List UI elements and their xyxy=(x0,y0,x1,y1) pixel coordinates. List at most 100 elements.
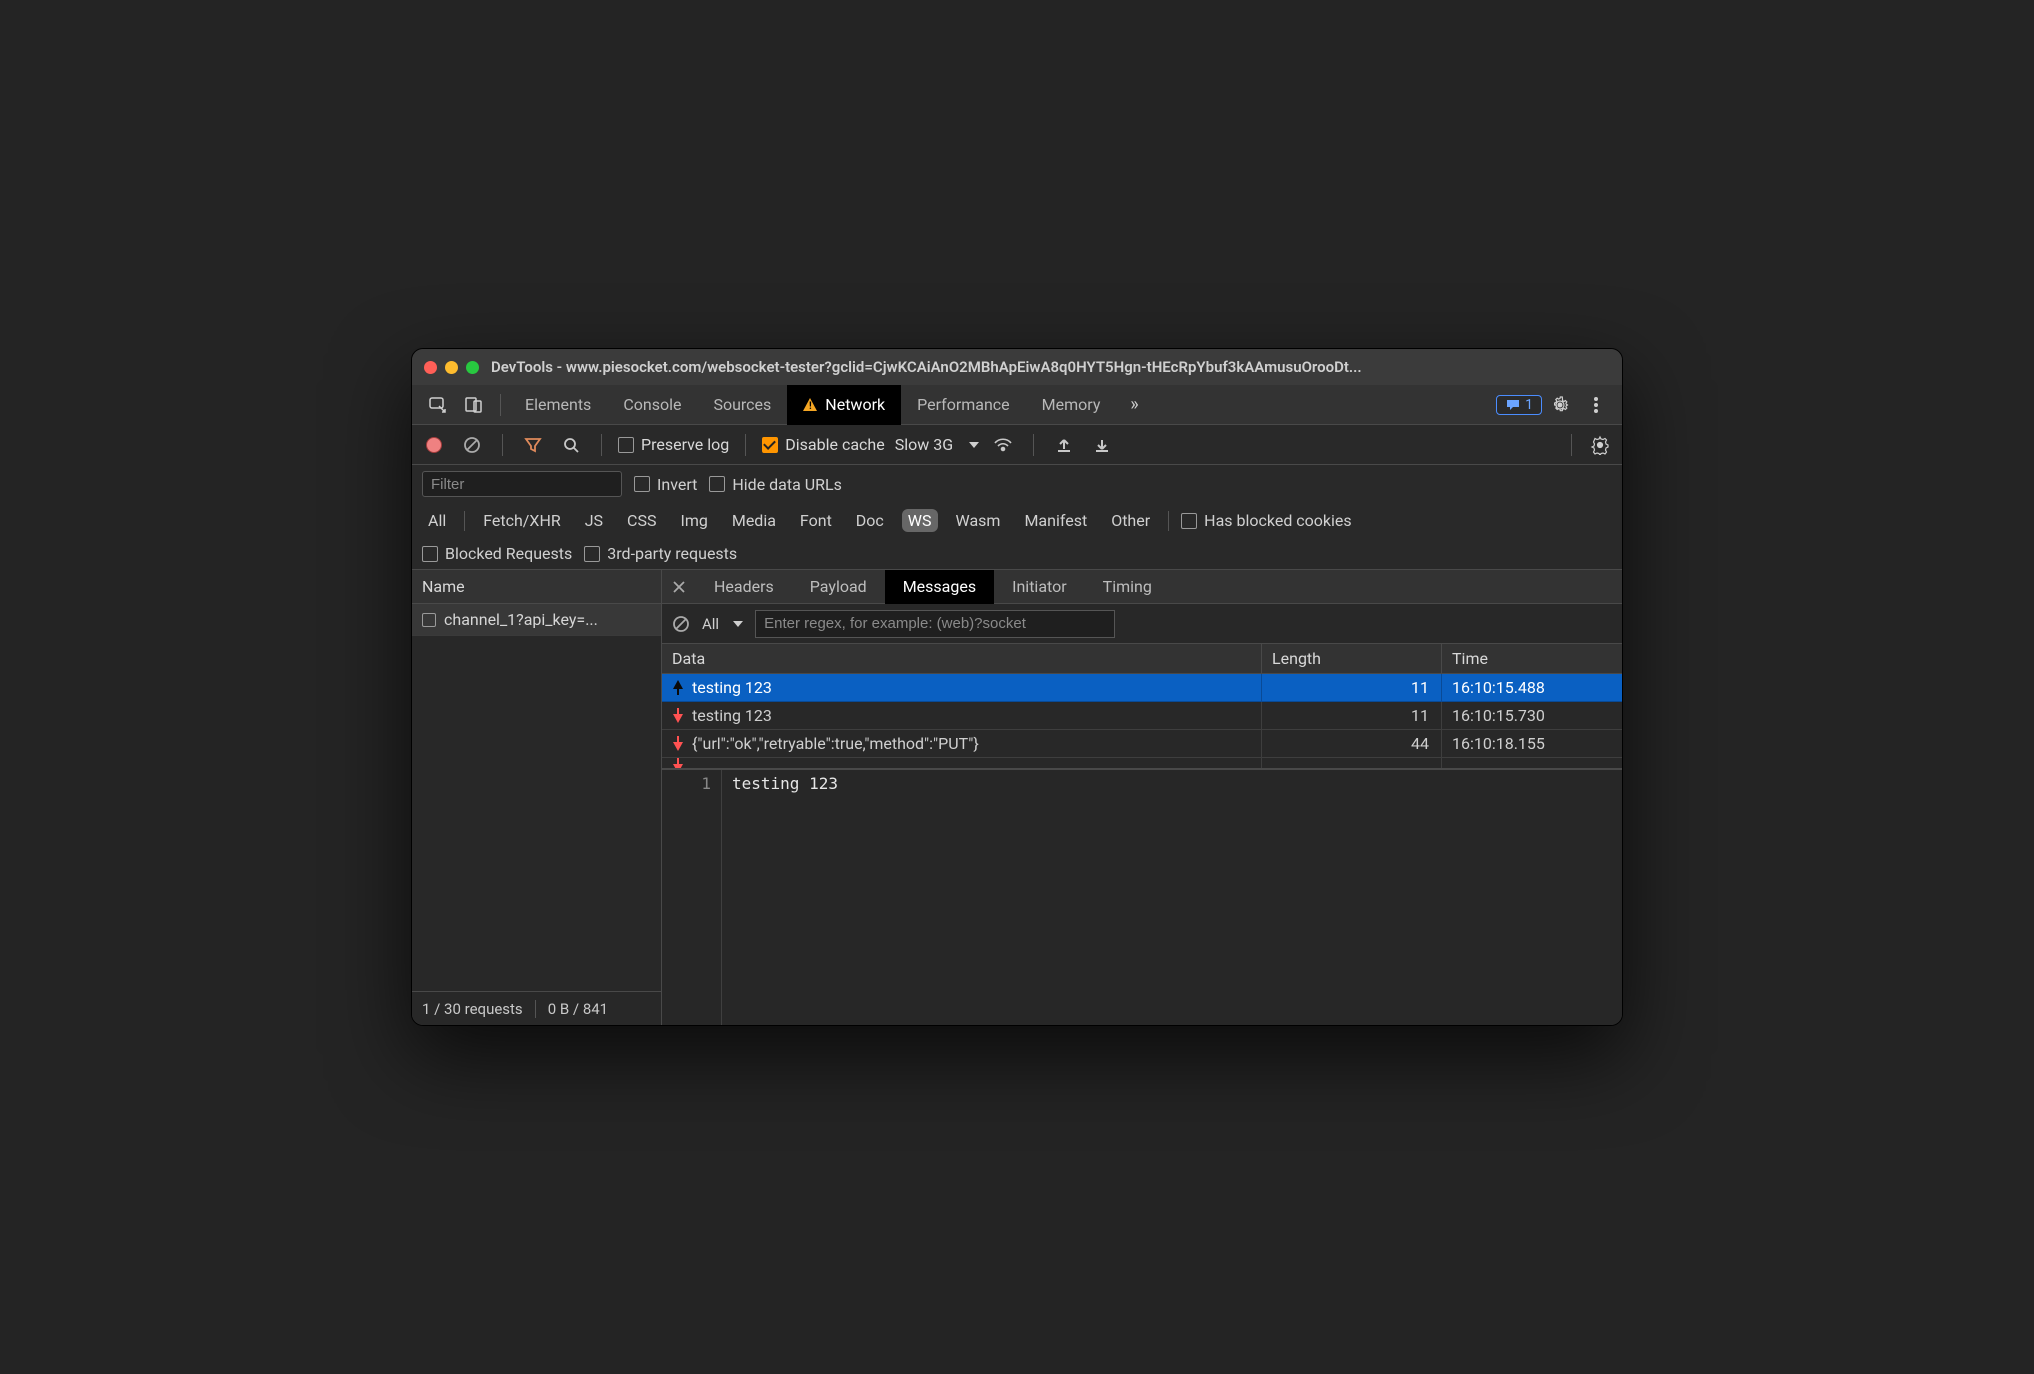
column-header-name[interactable]: Name xyxy=(412,570,661,604)
settings-gear-icon[interactable] xyxy=(1542,385,1578,425)
filter-input[interactable] xyxy=(422,471,622,497)
blocked-requests-label: Blocked Requests xyxy=(445,544,572,563)
issues-badge[interactable]: 1 xyxy=(1496,395,1542,415)
tab-label: Elements xyxy=(525,395,591,414)
type-media[interactable]: Media xyxy=(726,509,782,532)
arrow-down-icon xyxy=(672,708,684,723)
message-data: {"url":"ok","retryable":true,"method":"P… xyxy=(662,730,1262,758)
messages-filter-select[interactable]: All xyxy=(702,615,743,633)
minimize-window-button[interactable] xyxy=(445,361,458,374)
upload-har-icon[interactable] xyxy=(1050,431,1078,459)
message-body[interactable]: testing 123 xyxy=(722,770,1622,1025)
message-length: 11 xyxy=(1262,674,1442,702)
preserve-log-checkbox[interactable]: Preserve log xyxy=(618,435,729,454)
type-ws[interactable]: WS xyxy=(902,509,938,532)
type-fetchxhr[interactable]: Fetch/XHR xyxy=(477,509,567,532)
arrow-down-icon xyxy=(672,758,684,768)
inspect-element-icon[interactable] xyxy=(420,385,456,425)
chevron-down-icon xyxy=(969,442,979,448)
issues-count: 1 xyxy=(1525,397,1533,413)
tab-sources[interactable]: Sources xyxy=(697,385,787,425)
message-text: {"url":"ok","retryable":true,"method":"P… xyxy=(692,734,979,753)
filter-funnel-icon[interactable] xyxy=(519,431,547,459)
blocked-requests-checkbox[interactable]: Blocked Requests xyxy=(422,544,572,563)
tab-console[interactable]: Console xyxy=(607,385,697,425)
disable-cache-checkbox[interactable]: Disable cache xyxy=(762,435,884,454)
messages-toolbar: All xyxy=(662,604,1622,644)
disable-cache-label: Disable cache xyxy=(785,435,884,454)
type-font[interactable]: Font xyxy=(794,509,838,532)
detail-tab-payload[interactable]: Payload xyxy=(792,570,885,604)
devtools-window: DevTools - www.piesocket.com/websocket-t… xyxy=(411,348,1623,1026)
message-time: 16:10:18.155 xyxy=(1442,730,1622,758)
filter-row-3: Blocked Requests 3rd-party requests xyxy=(412,538,1622,570)
col-length[interactable]: Length xyxy=(1262,644,1442,674)
network-conditions-icon[interactable] xyxy=(989,431,1017,459)
close-window-button[interactable] xyxy=(424,361,437,374)
type-img[interactable]: Img xyxy=(674,509,713,532)
tab-elements[interactable]: Elements xyxy=(509,385,607,425)
detail-tab-headers[interactable]: Headers xyxy=(696,570,792,604)
download-har-icon[interactable] xyxy=(1088,431,1116,459)
throttling-select[interactable]: Slow 3G xyxy=(895,435,979,454)
network-toolbar: Preserve log Disable cache Slow 3G xyxy=(412,425,1622,465)
messages-regex-input[interactable] xyxy=(755,610,1115,638)
chat-icon xyxy=(1505,398,1521,412)
message-row[interactable]: testing 123 11 16:10:15.488 xyxy=(662,674,1622,702)
titlebar[interactable]: DevTools - www.piesocket.com/websocket-t… xyxy=(412,349,1622,385)
message-data: testing 123 xyxy=(662,702,1262,730)
message-time: 16:10:15.488 xyxy=(1442,674,1622,702)
col-data[interactable]: Data xyxy=(662,644,1262,674)
window-title: DevTools - www.piesocket.com/websocket-t… xyxy=(491,358,1610,376)
type-doc[interactable]: Doc xyxy=(850,509,890,532)
panel-tabs: Elements Console Sources Network Perform… xyxy=(412,385,1622,425)
message-length: 44 xyxy=(1262,730,1442,758)
device-toolbar-icon[interactable] xyxy=(456,385,492,425)
message-text: testing 123 xyxy=(692,706,772,725)
tab-memory[interactable]: Memory xyxy=(1026,385,1117,425)
kebab-menu-icon[interactable] xyxy=(1578,385,1614,425)
request-name: channel_1?api_key=... xyxy=(444,610,598,629)
tab-label: Performance xyxy=(917,395,1010,414)
more-tabs-icon[interactable]: » xyxy=(1116,385,1152,425)
detail-tab-messages[interactable]: Messages xyxy=(885,570,994,604)
maximize-window-button[interactable] xyxy=(466,361,479,374)
col-time[interactable]: Time xyxy=(1442,644,1622,674)
tab-label: Memory xyxy=(1042,395,1101,414)
third-party-checkbox[interactable]: 3rd-party requests xyxy=(584,544,737,563)
bytes-count: 0 B / 841 xyxy=(548,1000,608,1018)
tab-performance[interactable]: Performance xyxy=(901,385,1026,425)
arrow-down-icon xyxy=(672,736,684,751)
detail-tab-timing[interactable]: Timing xyxy=(1085,570,1170,604)
record-button[interactable] xyxy=(420,431,448,459)
throttling-value: Slow 3G xyxy=(895,435,953,454)
tab-label: Network xyxy=(825,395,885,414)
has-blocked-cookies-checkbox[interactable]: Has blocked cookies xyxy=(1181,511,1352,530)
type-all[interactable]: All xyxy=(422,509,452,532)
search-icon[interactable] xyxy=(557,431,585,459)
hide-data-urls-checkbox[interactable]: Hide data URLs xyxy=(709,475,842,494)
type-wasm[interactable]: Wasm xyxy=(950,509,1007,532)
tab-network[interactable]: Network xyxy=(787,385,901,425)
type-js[interactable]: JS xyxy=(579,509,609,532)
tab-label: Console xyxy=(623,395,681,414)
clear-log-icon[interactable] xyxy=(458,431,486,459)
clear-messages-icon[interactable] xyxy=(672,615,690,633)
invert-checkbox[interactable]: Invert xyxy=(634,475,697,494)
messages-table: Data Length Time testing 123 11 16:10:15… xyxy=(662,644,1622,769)
message-row[interactable]: {"url":"ok","retryable":true,"method":"P… xyxy=(662,730,1622,758)
type-css[interactable]: CSS xyxy=(621,509,662,532)
messages-header: Data Length Time xyxy=(662,644,1622,674)
type-manifest[interactable]: Manifest xyxy=(1018,509,1093,532)
type-other[interactable]: Other xyxy=(1105,509,1156,532)
close-detail-icon[interactable] xyxy=(662,570,696,604)
message-preview: 1 testing 123 xyxy=(662,769,1622,1025)
network-settings-gear-icon[interactable] xyxy=(1586,431,1614,459)
ws-request-icon xyxy=(422,613,436,627)
message-text: testing 123 xyxy=(692,678,772,697)
main-split: Name channel_1?api_key=... 1 / 30 reques… xyxy=(412,570,1622,1025)
message-row[interactable]: testing 123 11 16:10:15.730 xyxy=(662,702,1622,730)
detail-tab-initiator[interactable]: Initiator xyxy=(994,570,1085,604)
request-row[interactable]: channel_1?api_key=... xyxy=(412,604,661,636)
hide-data-urls-label: Hide data URLs xyxy=(732,475,842,494)
